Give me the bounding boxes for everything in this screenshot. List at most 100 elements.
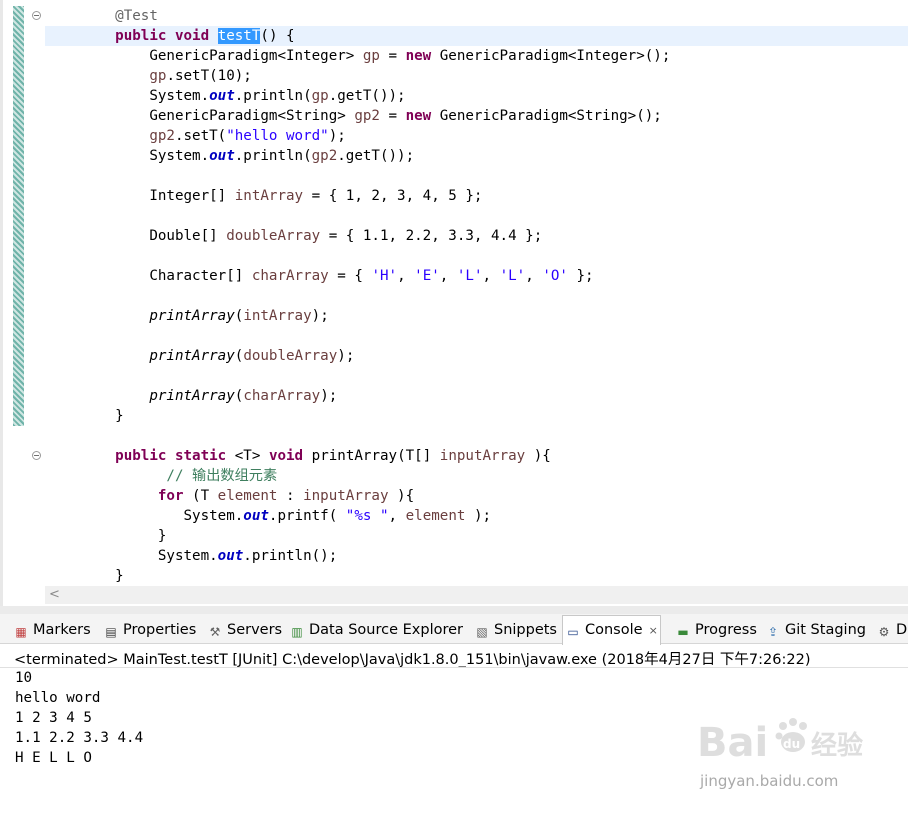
- tab-progress[interactable]: ▬ Progress: [676, 617, 757, 643]
- code-line[interactable]: }: [81, 526, 670, 546]
- code-line[interactable]: @Test: [81, 6, 670, 26]
- code-token: System.: [81, 548, 218, 564]
- code-line[interactable]: [81, 326, 670, 346]
- source-code[interactable]: @Test public void testT() { GenericParad…: [81, 6, 670, 586]
- tab-markers[interactable]: ▦ Markers: [14, 617, 90, 643]
- code-line[interactable]: public void testT() {: [81, 26, 670, 46]
- code-line[interactable]: System.out.println(gp2.getT());: [81, 146, 670, 166]
- tab-data-source-explorer[interactable]: ▥ Data Source Explorer: [290, 617, 463, 643]
- code-line[interactable]: for (T element : inputArray ){: [81, 486, 670, 506]
- code-line[interactable]: Integer[] intArray = { 1, 2, 3, 4, 5 };: [81, 186, 670, 206]
- code-editor[interactable]: @Test public void testT() { GenericParad…: [0, 0, 908, 606]
- code-token: .println(: [234, 148, 312, 164]
- code-line[interactable]: gp2.setT("hello word");: [81, 126, 670, 146]
- code-token: );: [337, 348, 355, 364]
- code-token: intArray: [243, 308, 312, 324]
- panel-sash[interactable]: [0, 606, 908, 614]
- console-line: H E L L O: [15, 750, 92, 766]
- git-staging-icon: ⇪: [767, 625, 779, 639]
- code-line[interactable]: GenericParadigm<Integer> gp = new Generi…: [81, 46, 670, 66]
- code-line[interactable]: Double[] doubleArray = { 1.1, 2.2, 3.3, …: [81, 226, 670, 246]
- code-token: );: [320, 388, 338, 404]
- code-line[interactable]: printArray(charArray);: [81, 386, 670, 406]
- code-token: out: [217, 548, 244, 564]
- code-token: .setT(10);: [166, 68, 252, 84]
- code-token: .println();: [243, 548, 338, 564]
- code-line[interactable]: gp.setT(10);: [81, 66, 670, 86]
- code-token: void: [174, 28, 210, 44]
- code-token: out: [209, 148, 235, 164]
- console-output[interactable]: 10 hello word 1 2 3 4 5 1.1 2.2 3.3 4.4 H E …: [15, 668, 143, 768]
- scroll-left-arrow-icon[interactable]: <: [49, 586, 60, 604]
- code-line[interactable]: Character[] charArray = { 'H', 'E', 'L',…: [81, 266, 670, 286]
- tab-servers[interactable]: ⚒ Servers: [208, 617, 283, 643]
- tab-console[interactable]: ▭ Console ×: [562, 615, 661, 645]
- code-line[interactable]: System.out.println(gp.getT());: [81, 86, 670, 106]
- console-line: 1.1 2.2 3.3 4.4: [15, 730, 144, 746]
- code-token: doubleArray: [243, 348, 338, 364]
- watermark-paw-text: du: [783, 737, 800, 751]
- code-line[interactable]: [81, 366, 670, 386]
- change-ruler-bar: [13, 6, 24, 426]
- code-token: gp: [311, 88, 329, 104]
- tab-label: Snippets: [494, 622, 557, 638]
- code-line[interactable]: System.out.printf( "%s ", element );: [81, 506, 670, 526]
- code-token: doubleArray: [226, 228, 321, 244]
- code-token: ,: [482, 268, 500, 284]
- code-token: = { 1.1, 2.2, 3.3, 4.4 };: [320, 228, 543, 244]
- code-token: @Test: [81, 8, 158, 24]
- code-token: gp2: [311, 148, 338, 164]
- code-token: System.: [81, 88, 210, 104]
- code-token: };: [567, 268, 594, 284]
- code-token: void: [268, 448, 304, 464]
- watermark-url: jingyan.baidu.com: [700, 772, 839, 790]
- tab-label: Servers: [227, 622, 283, 638]
- code-token: 'L': [499, 268, 526, 284]
- progress-icon: ▬: [677, 625, 689, 639]
- fold-toggle-icon[interactable]: [32, 11, 41, 20]
- code-token: GenericParadigm<String>();: [431, 108, 662, 124]
- code-token: .getT());: [328, 88, 406, 104]
- code-token: <T>: [226, 448, 269, 464]
- code-token: "hello word": [226, 128, 329, 144]
- tab-snippets[interactable]: ▧ Snippets: [475, 617, 557, 643]
- horizontal-scrollbar[interactable]: <: [45, 586, 908, 604]
- code-token: GenericParadigm<String>: [81, 108, 355, 124]
- tab-properties[interactable]: ▤ Properties: [104, 617, 196, 643]
- code-token: // 输出数组元素: [81, 468, 278, 484]
- tab-d[interactable]: ⚙ D: [877, 617, 908, 643]
- code-line[interactable]: [81, 246, 670, 266]
- code-token: new: [405, 48, 432, 64]
- code-line[interactable]: [81, 206, 670, 226]
- tab-label: Git Staging: [785, 622, 866, 638]
- code-token: ){: [388, 488, 415, 504]
- code-line[interactable]: GenericParadigm<String> gp2 = new Generi…: [81, 106, 670, 126]
- code-token: inputArray: [303, 488, 389, 504]
- code-token: GenericParadigm<Integer>: [81, 48, 363, 64]
- code-line[interactable]: }: [81, 406, 670, 426]
- selected-text: testT: [217, 28, 261, 44]
- tab-git-staging[interactable]: ⇪ Git Staging: [766, 617, 866, 643]
- code-line[interactable]: }: [81, 566, 670, 586]
- fold-toggle-icon[interactable]: [32, 451, 41, 460]
- code-line[interactable]: printArray(intArray);: [81, 306, 670, 326]
- code-line[interactable]: [81, 286, 670, 306]
- code-line[interactable]: [81, 426, 670, 446]
- code-token: 'L': [456, 268, 483, 284]
- code-line[interactable]: // 输出数组元素: [81, 466, 670, 486]
- code-line[interactable]: System.out.println();: [81, 546, 670, 566]
- code-token: element: [217, 488, 278, 504]
- code-line[interactable]: public static <T> void printArray(T[] in…: [81, 446, 670, 466]
- code-token: static: [174, 448, 227, 464]
- code-token: new: [405, 108, 432, 124]
- code-line[interactable]: [81, 166, 670, 186]
- code-token: printArray: [149, 388, 235, 404]
- close-tab-icon[interactable]: ×: [649, 624, 658, 637]
- code-token: public: [115, 28, 167, 44]
- code-token: () {: [260, 28, 295, 44]
- tab-label: D: [896, 622, 908, 638]
- tab-label: Properties: [123, 622, 197, 638]
- code-line[interactable]: printArray(doubleArray);: [81, 346, 670, 366]
